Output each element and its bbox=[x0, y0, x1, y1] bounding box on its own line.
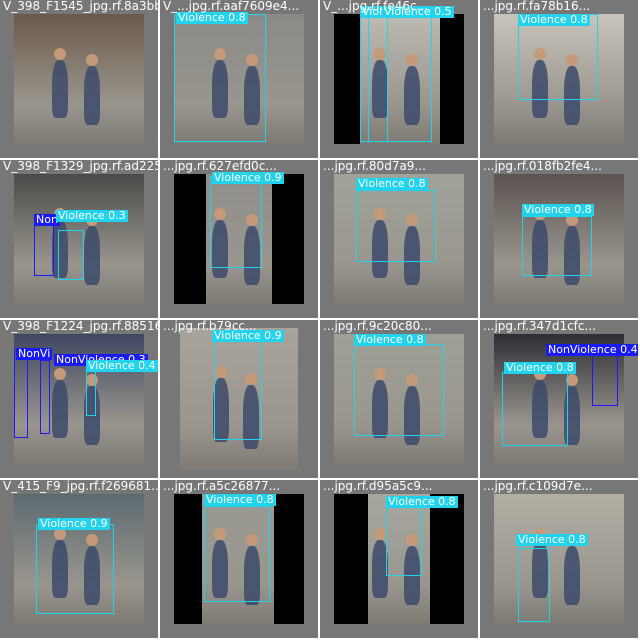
person-head bbox=[53, 367, 66, 380]
detection-box bbox=[368, 14, 432, 142]
image-filename: V_398_F1329_jpg.rf.ad225... bbox=[3, 160, 158, 173]
letterbox-bar bbox=[174, 494, 202, 624]
mosaic-tile: ...jpg.rf.c109d7e... Violence 0.8 bbox=[480, 480, 638, 638]
mosaic-tile: V_398_F1329_jpg.rf.ad225... Non Violence 0… bbox=[0, 160, 158, 318]
detection-box bbox=[36, 524, 114, 614]
detection-label: Violence 0.8 bbox=[522, 203, 594, 216]
image-filename: V_415_F9_jpg.rf.f269681... bbox=[3, 480, 158, 493]
detection-label: Violence 0.8 bbox=[204, 493, 276, 506]
mosaic-tile: ...jpg.rf.b79cc... Violence 0.9 bbox=[160, 320, 318, 478]
image-filename: V_398_F1545_jpg.rf.8a3bbb3c7f1f687c... bbox=[3, 0, 158, 13]
detection-label: NonViolence 0.4 bbox=[546, 343, 638, 356]
person-head bbox=[86, 54, 98, 66]
letterbox-bar bbox=[174, 174, 206, 304]
image-filename: ...jpg.rf.a5c26877... bbox=[163, 480, 281, 493]
image-filename: V_398_F1224_jpg.rf.88516... bbox=[3, 320, 158, 333]
scene-image bbox=[14, 14, 144, 144]
detection-box bbox=[174, 14, 266, 142]
detection-box bbox=[502, 372, 568, 446]
detection-mosaic: V_398_F1545_jpg.rf.8a3bbb3c7f1f687c...V_… bbox=[0, 0, 640, 640]
mosaic-tile: ...jpg.rf.d95a5c9... Violence 0.8 bbox=[320, 480, 478, 638]
letterbox-bar bbox=[430, 494, 464, 624]
detection-label: Violence 0.9 bbox=[212, 171, 284, 184]
image-filename: ...jpg.rf.9c20c80... bbox=[323, 320, 432, 333]
image-filename: ...jpg.rf.d95a5c9... bbox=[323, 480, 433, 493]
detection-box bbox=[592, 354, 618, 406]
detection-box bbox=[204, 506, 270, 602]
detection-label: Violence 0.8 bbox=[504, 361, 576, 374]
mosaic-tile: ...jpg.rf.018fb2fe4... Violence 0.8 bbox=[480, 160, 638, 318]
detection-box bbox=[354, 344, 444, 436]
image-filename: V_...jpg.rf.fe46c... bbox=[323, 0, 429, 13]
detection-label: Violence 0.8 bbox=[516, 533, 588, 546]
detection-label: Violence 0.4 bbox=[86, 359, 158, 372]
image-filename: ...jpg.rf.b79cc... bbox=[163, 320, 257, 333]
detection-box bbox=[14, 348, 28, 438]
person-figure bbox=[84, 66, 100, 125]
detection-box bbox=[356, 190, 436, 262]
letterbox-bar bbox=[440, 14, 464, 144]
image-filename: V_...jpg.rf.aaf7609e4... bbox=[163, 0, 300, 13]
detection-box bbox=[214, 340, 262, 440]
mosaic-tile: V_...jpg.rf.aaf7609e4... Violence 0.8 bbox=[160, 0, 318, 158]
mosaic-tile: V_398_F1545_jpg.rf.8a3bbb3c7f1f687c... bbox=[0, 0, 158, 158]
detection-label: Violence 0.3 bbox=[56, 209, 128, 222]
detection-label: Violence 0.8 bbox=[354, 333, 426, 346]
letterbox-bar bbox=[274, 494, 304, 624]
person-figure bbox=[51, 59, 68, 118]
detection-box bbox=[58, 230, 84, 280]
detection-box bbox=[210, 176, 262, 268]
detection-label: Violence 0.8 bbox=[518, 13, 590, 26]
mosaic-tile: V_415_F9_jpg.rf.f269681... Violence 0.9 bbox=[0, 480, 158, 638]
person-head bbox=[373, 527, 386, 540]
letterbox-bar bbox=[334, 14, 360, 144]
mosaic-tile: ...jpg.rf.347d1cfc... NonViolence 0.4 Viol… bbox=[480, 320, 638, 478]
mosaic-tile: V_398_F1224_jpg.rf.88516...NonViNonViole… bbox=[0, 320, 158, 478]
person-figure bbox=[84, 226, 100, 285]
detection-label: Violence 0.8 bbox=[386, 495, 458, 508]
mosaic-tile: V_...jpg.rf.fe46c... Violo Violence 0.5 bbox=[320, 0, 478, 158]
image-filename: ...jpg.rf.c109d7e... bbox=[483, 480, 593, 493]
mosaic-tile: ...jpg.rf.fa78b16... Violence 0.8 bbox=[480, 0, 638, 158]
detection-box bbox=[386, 506, 422, 576]
detection-box bbox=[40, 360, 50, 434]
detection-label: Violence 0.8 bbox=[176, 11, 248, 24]
detection-label: Violence 0.8 bbox=[356, 177, 428, 190]
mosaic-tile: ...jpg.rf.627efd0c... Violence 0.9 bbox=[160, 160, 318, 318]
image-filename: ...jpg.rf.627efd0c... bbox=[163, 160, 277, 173]
detection-box bbox=[518, 14, 598, 100]
image-filename: ...jpg.rf.80d7a9... bbox=[323, 160, 426, 173]
image-filename: ...jpg.rf.fa78b16... bbox=[483, 0, 591, 13]
detection-label: Violence 0.9 bbox=[38, 517, 110, 530]
scene-image bbox=[494, 494, 624, 624]
mosaic-tile: ...jpg.rf.9c20c80... Violence 0.8 bbox=[320, 320, 478, 478]
image-filename: ...jpg.rf.347d1cfc... bbox=[483, 320, 596, 333]
letterbox-bar bbox=[334, 494, 368, 624]
detection-box bbox=[518, 548, 550, 622]
person-figure bbox=[51, 379, 68, 438]
image-filename: ...jpg.rf.018fb2fe4... bbox=[483, 160, 602, 173]
mosaic-tile: ...jpg.rf.80d7a9... Violence 0.8 bbox=[320, 160, 478, 318]
mosaic-tile: ...jpg.rf.a5c26877... Violence 0.8 bbox=[160, 480, 318, 638]
person-head bbox=[53, 47, 66, 60]
detection-box bbox=[34, 224, 54, 276]
detection-label: NonVi bbox=[16, 347, 53, 360]
person-figure bbox=[564, 546, 580, 605]
letterbox-bar bbox=[272, 174, 304, 304]
detection-box bbox=[522, 216, 592, 276]
